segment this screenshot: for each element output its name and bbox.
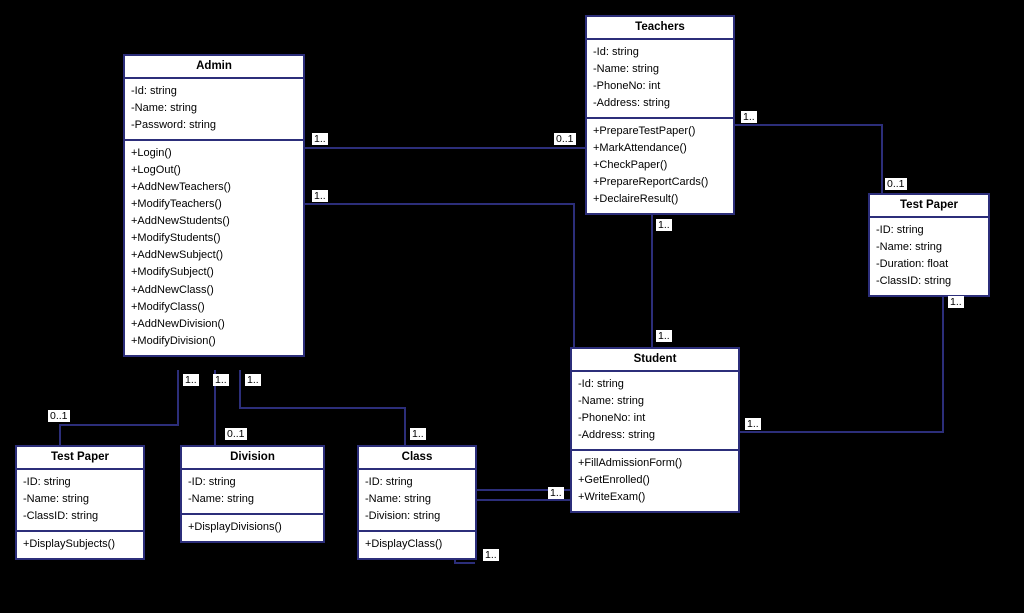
mult-label: 1.. (656, 330, 672, 342)
class-student: Student -Id: string -Name: string -Phone… (570, 347, 740, 513)
class-class: Class -ID: string -Name: string -Divisio… (357, 445, 477, 560)
mult-label: 0..1 (48, 410, 70, 422)
class-operations: +DisplaySubjects() (17, 532, 143, 558)
class-attributes: -ID: string -Name: string (182, 470, 323, 515)
class-title: Test Paper (17, 447, 143, 470)
class-admin: Admin -Id: string -Name: string -Passwor… (123, 54, 305, 357)
class-attributes: -Id: string -Name: string -PhoneNo: int … (572, 372, 738, 451)
mult-label: 1.. (656, 219, 672, 231)
class-attributes: -ID: string -Name: string -Duration: flo… (870, 218, 988, 295)
mult-label: 1.. (213, 374, 229, 386)
mult-label: 1.. (483, 549, 499, 561)
class-attributes: -ID: string -Name: string -Division: str… (359, 470, 475, 532)
class-title: Class (359, 447, 475, 470)
class-operations: +FillAdmissionForm() +GetEnrolled() +Wri… (572, 451, 738, 511)
mult-label: 1.. (741, 111, 757, 123)
class-title: Admin (125, 56, 303, 79)
class-testpaper-left: Test Paper -ID: string -Name: string -Cl… (15, 445, 145, 560)
class-teachers: Teachers -Id: string -Name: string -Phon… (585, 15, 735, 215)
mult-label: 0..1 (225, 428, 247, 440)
mult-label: 1.. (183, 374, 199, 386)
class-operations: +PrepareTestPaper() +MarkAttendance() +C… (587, 119, 733, 213)
class-title: Student (572, 349, 738, 372)
mult-label: 1.. (312, 190, 328, 202)
mult-label: 0..1 (554, 133, 576, 145)
mult-label: 1.. (312, 133, 328, 145)
mult-label: 0..1 (885, 178, 907, 190)
mult-label: 1.. (410, 428, 426, 440)
class-operations: +DisplayClass() (359, 532, 475, 558)
class-attributes: -ID: string -Name: string -ClassID: stri… (17, 470, 143, 532)
mult-label: 1.. (245, 374, 261, 386)
class-title: Teachers (587, 17, 733, 40)
class-title: Division (182, 447, 323, 470)
class-attributes: -Id: string -Name: string -PhoneNo: int … (587, 40, 733, 119)
class-testpaper-right: Test Paper -ID: string -Name: string -Du… (868, 193, 990, 297)
class-attributes: -Id: string -Name: string -Password: str… (125, 79, 303, 141)
mult-label: 1.. (948, 296, 964, 308)
class-operations: +Login() +LogOut() +AddNewTeachers() +Mo… (125, 141, 303, 355)
class-operations: +DisplayDivisions() (182, 515, 323, 541)
class-title: Test Paper (870, 195, 988, 218)
mult-label: 1.. (548, 487, 564, 499)
class-division: Division -ID: string -Name: string +Disp… (180, 445, 325, 543)
mult-label: 1.. (745, 418, 761, 430)
